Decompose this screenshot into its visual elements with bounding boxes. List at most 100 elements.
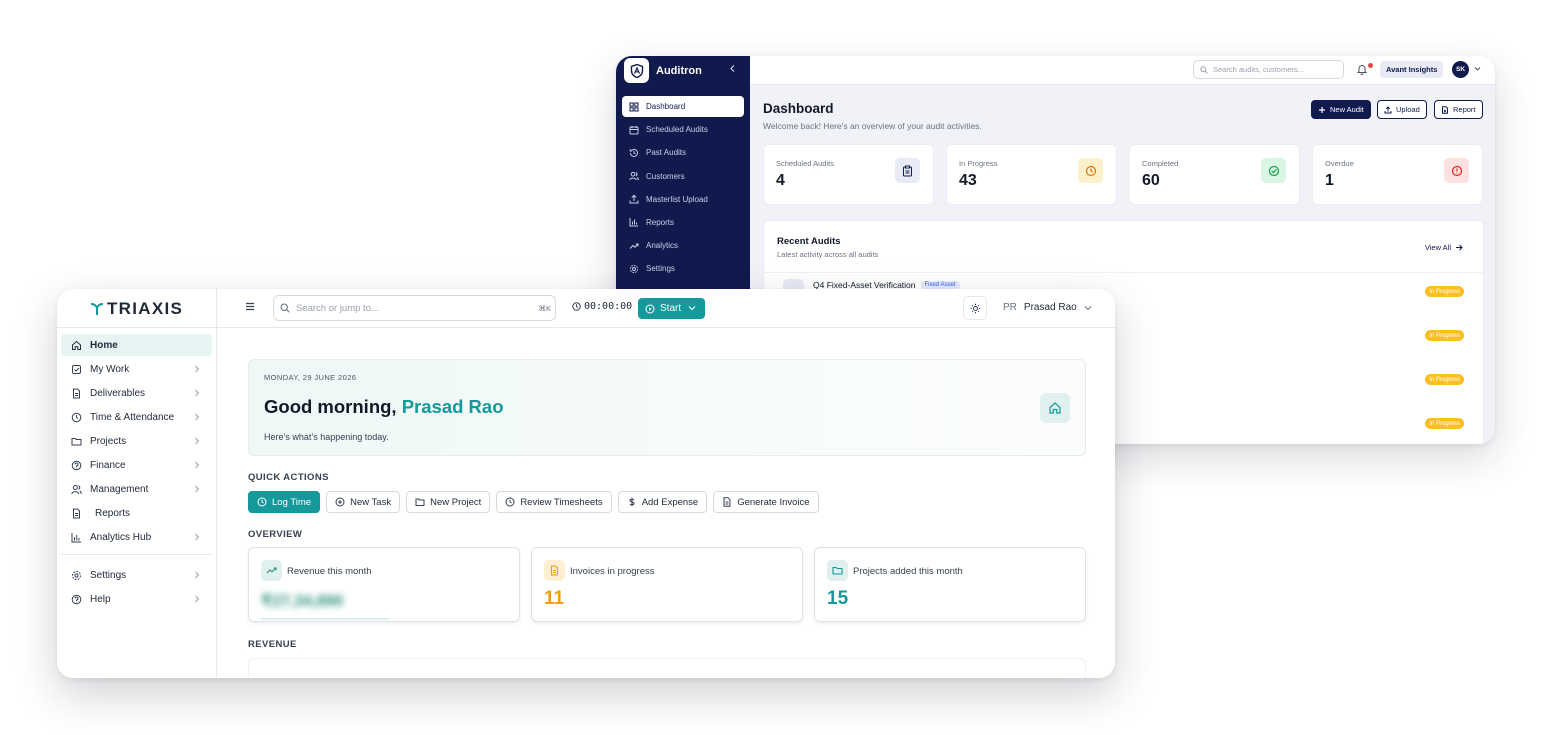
- avatar: PR: [1003, 302, 1017, 313]
- sidebar-item-management[interactable]: Management: [61, 478, 212, 500]
- sidebar-item-help[interactable]: Help: [61, 588, 212, 610]
- sidebar-item-scheduled-audits[interactable]: Scheduled Audits: [622, 119, 744, 140]
- triaxis-logo[interactable]: TRIAXIS: [90, 299, 183, 319]
- stat-card-overdue[interactable]: Overdue 1: [1312, 144, 1483, 205]
- triaxis-window: TRIAXIS Home My Work Deliverables Time &…: [57, 289, 1115, 678]
- chevron-right-icon: [195, 365, 200, 373]
- sidebar-item-customers[interactable]: Customers: [622, 166, 744, 187]
- chevron-right-icon: [195, 485, 200, 493]
- search-input[interactable]: Search or jump to... ⌘K: [273, 295, 556, 321]
- clock-icon: [572, 302, 581, 311]
- chevron-right-icon: [195, 533, 200, 541]
- revenue-card[interactable]: Revenue this month ₹27,34,890: [248, 547, 520, 622]
- start-timer-button[interactable]: Start: [638, 298, 705, 319]
- new-audit-button[interactable]: New Audit: [1311, 100, 1371, 119]
- search-input[interactable]: Search audits, customers...: [1193, 60, 1344, 79]
- org-badge[interactable]: Avant Insights: [1380, 61, 1444, 78]
- add-expense-label: Add Expense: [641, 496, 699, 508]
- stat-value: 4: [776, 172, 785, 189]
- stat-card-scheduled[interactable]: Scheduled Audits 4: [763, 144, 934, 205]
- sidebar-item-finance[interactable]: Finance: [61, 454, 212, 476]
- sidebar-item-reports[interactable]: Reports: [61, 502, 212, 524]
- status-badge: In Progress: [1425, 330, 1464, 341]
- stat-value: 60: [1142, 172, 1160, 189]
- review-timesheets-label: Review Timesheets: [520, 496, 603, 508]
- status-badge: In Progress: [1425, 374, 1464, 385]
- stat-card-completed[interactable]: Completed 60: [1129, 144, 1300, 205]
- report-button[interactable]: Report: [1434, 100, 1483, 119]
- new-project-button[interactable]: New Project: [406, 491, 491, 513]
- keyboard-shortcut: ⌘K: [538, 304, 551, 313]
- auditron-brand: Auditron: [656, 65, 702, 77]
- new-task-button[interactable]: New Task: [326, 491, 401, 513]
- sidebar-item-home[interactable]: Home: [61, 334, 212, 356]
- sidebar-item-label: Finance: [90, 459, 126, 471]
- generate-invoice-label: Generate Invoice: [737, 496, 810, 508]
- card-value: 11: [544, 588, 565, 609]
- sidebar-item-label: Projects: [90, 435, 127, 447]
- sidebar-item-label: Masterlist Upload: [646, 194, 708, 204]
- bell-icon[interactable]: [1356, 63, 1368, 75]
- card-value: ₹27,34,890: [261, 593, 344, 610]
- card-label: Invoices in progress: [570, 566, 655, 577]
- collapse-sidebar-icon[interactable]: [728, 64, 737, 73]
- sidebar-item-reports[interactable]: Reports: [622, 212, 744, 233]
- document-icon: [1442, 105, 1448, 114]
- stat-label: Scheduled Audits: [776, 159, 834, 168]
- trend-up-icon: [261, 560, 282, 581]
- sidebar-item-time-attendance[interactable]: Time & Attendance: [61, 406, 212, 428]
- upload-button[interactable]: Upload: [1377, 100, 1427, 119]
- sidebar-item-label: Settings: [90, 569, 127, 581]
- stat-label: In Progress: [959, 159, 998, 168]
- review-timesheets-button[interactable]: Review Timesheets: [496, 491, 612, 513]
- sidebar-item-analytics[interactable]: Analytics: [622, 235, 744, 256]
- sidebar-item-my-work[interactable]: My Work: [61, 358, 212, 380]
- stat-card-in-progress[interactable]: In Progress 43: [946, 144, 1117, 205]
- menu-icon[interactable]: [245, 302, 255, 311]
- sidebar-item-settings[interactable]: Settings: [622, 258, 744, 279]
- triaxis-nav: Home My Work Deliverables Time & Attenda…: [61, 334, 212, 612]
- sidebar-item-past-audits[interactable]: Past Audits: [622, 142, 744, 163]
- view-all-link[interactable]: View All: [1425, 243, 1463, 252]
- user-menu[interactable]: PR Prasad Rao: [1003, 302, 1092, 313]
- log-time-label: Log Time: [272, 496, 312, 508]
- sidebar-item-settings[interactable]: Settings: [61, 564, 212, 586]
- sidebar-item-label: Deliverables: [90, 387, 146, 399]
- sidebar-item-deliverables[interactable]: Deliverables: [61, 382, 212, 404]
- greeting-name: Prasad Rao: [401, 396, 504, 417]
- checkbox-icon: [72, 364, 81, 374]
- stat-value: 43: [959, 172, 977, 189]
- invoices-card[interactable]: Invoices in progress 11: [531, 547, 803, 622]
- generate-invoice-button[interactable]: Generate Invoice: [713, 491, 819, 513]
- sidebar-item-label: Time & Attendance: [90, 411, 175, 423]
- dashboard-grid-icon: [629, 102, 639, 112]
- arrow-right-icon: [1456, 244, 1463, 251]
- sidebar-item-label: Settings: [646, 264, 675, 274]
- card-value: 15: [827, 588, 849, 609]
- timer-display: 00:00:00: [572, 301, 632, 312]
- sidebar-item-analytics-hub[interactable]: Analytics Hub: [61, 526, 212, 548]
- recent-audits-subtitle: Latest activity across all audits: [777, 250, 879, 259]
- card-label: Revenue this month: [287, 566, 372, 577]
- add-expense-button[interactable]: Add Expense: [617, 491, 708, 513]
- sidebar-item-masterlist-upload[interactable]: Masterlist Upload: [622, 189, 744, 210]
- revenue-heading: REVENUE: [248, 639, 297, 650]
- recent-audits-title: Recent Audits: [777, 236, 841, 247]
- plus-circle-icon: [335, 497, 345, 507]
- chevron-down-icon[interactable]: [1474, 66, 1481, 72]
- play-circle-icon: [645, 304, 655, 313]
- sidebar-item-dashboard[interactable]: Dashboard: [622, 96, 744, 117]
- file-icon: [73, 388, 80, 398]
- log-time-button[interactable]: Log Time: [248, 491, 321, 513]
- sidebar-divider: [61, 554, 212, 555]
- upload-label: Upload: [1396, 105, 1420, 114]
- theme-toggle-sun-icon[interactable]: [963, 296, 987, 320]
- projects-card[interactable]: Projects added this month 15: [814, 547, 1086, 622]
- gear-icon: [629, 264, 639, 273]
- new-project-label: New Project: [430, 496, 482, 508]
- sidebar-item-label: Analytics Hub: [90, 531, 152, 543]
- avatar[interactable]: SK: [1452, 61, 1469, 78]
- invoice-icon: [544, 560, 565, 581]
- sidebar-item-projects[interactable]: Projects: [61, 430, 212, 452]
- chevron-down-icon[interactable]: [688, 305, 696, 311]
